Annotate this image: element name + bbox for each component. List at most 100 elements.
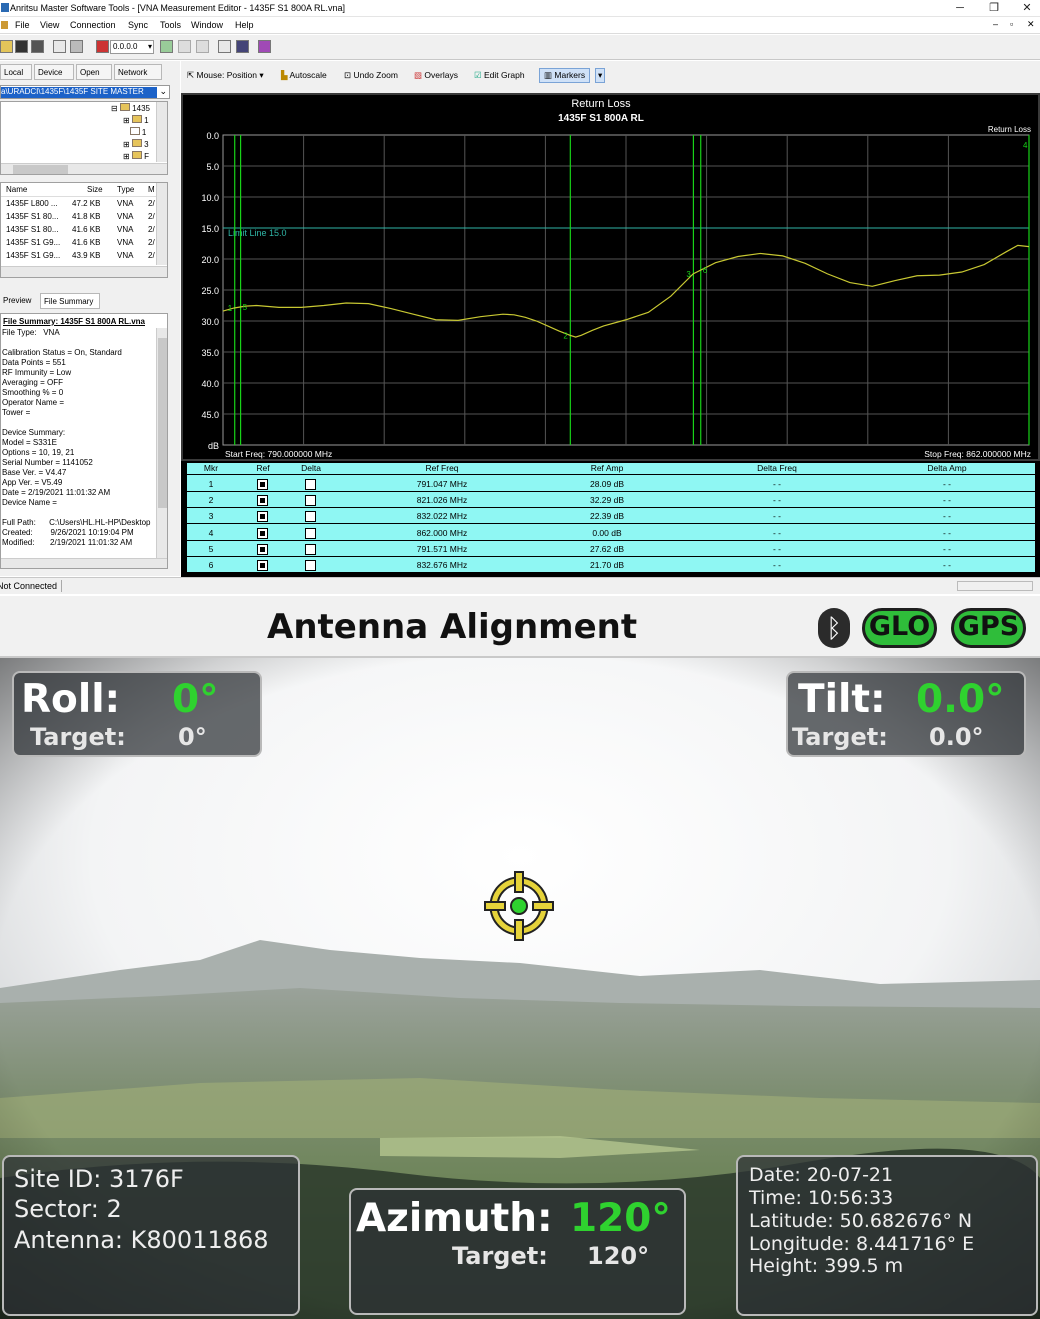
delta-checkbox[interactable] [305,560,316,571]
path-combo[interactable]: a\URADCI\1435F\1435F SITE MASTER ⌄ [0,85,170,99]
menu-tools[interactable]: Tools [160,20,181,30]
marker-label-1: 1 [228,304,233,313]
delta-checkbox[interactable] [305,479,316,490]
menu-bar: File View Connection Sync Tools Window H… [0,17,1040,34]
tree-hscrollbar[interactable] [1,163,167,174]
menu-view[interactable]: View [40,20,59,30]
marker-col-header[interactable]: Ref Amp [591,462,624,475]
y-tick-label: 40.0 [201,379,219,389]
marker-row[interactable]: 5 791.571 MHz 27.62 dB - - - - [187,542,1035,557]
marker-col-header[interactable]: Delta Freq [757,462,797,475]
marker-row[interactable]: 2 821.026 MHz 32.29 dB - - - - [187,493,1035,509]
marker-dfreq: - - [772,527,782,538]
antenna-icon[interactable] [96,40,109,53]
restore-button[interactable]: ❐ [979,1,1009,16]
tab-open[interactable]: Open [76,64,112,80]
menu-window[interactable]: Window [191,20,223,30]
file-row[interactable]: 1435F L800 ... 47.2 KB VNA 2/ [1,197,156,210]
menu-file[interactable]: File [15,20,30,30]
col-modified[interactable]: M [148,183,155,196]
delta-checkbox[interactable] [305,543,316,555]
ref-checkbox[interactable] [257,511,268,523]
file-row[interactable]: 1435F S1 G9... 41.6 KB VNA 2/ [1,236,156,249]
marker-row[interactable]: 3 832.022 MHz 22.39 dB - - - - [187,509,1035,525]
version-select[interactable]: 0.0.0.0 ▾ [110,40,154,54]
return-loss-graph[interactable]: 0.0 5.0 10.0 15.0 20.0 25.0 30.0 35.0 40.0 45.0 dB… [181,93,1040,461]
undo-zoom-button[interactable]: ⊡ Undo Zoom [344,70,398,81]
marker-dfreq: - - [772,560,782,570]
list-icon[interactable] [53,40,66,53]
ref-checkbox[interactable] [257,527,268,539]
inner-close-button[interactable]: ✕ [1027,19,1035,30]
marker-col-header[interactable]: Mkr [204,462,218,475]
overlays-button[interactable]: ▧ Overlays [414,70,458,81]
marker-row[interactable]: 6 832.676 MHz 21.70 dB - - - - [187,558,1035,573]
marker-col-header[interactable]: Ref [256,462,269,475]
markers-dropdown[interactable]: ▾ [595,68,606,83]
menu-connection[interactable]: Connection [70,20,116,30]
mouse-position-button[interactable]: ⇱ Mouse: Position ▾ [187,70,264,81]
edit-graph-button[interactable]: ☑ Edit Graph [474,70,525,81]
autoscale-button[interactable]: ▙ Autoscale [281,70,327,81]
overlays-icon: ▧ [414,70,425,80]
tree-item[interactable]: ⊞ F [123,150,149,163]
save-all-icon[interactable] [31,40,44,53]
minimize-button[interactable]: ─ [945,1,975,16]
col-name[interactable]: Name [6,183,27,196]
file-vscrollbar[interactable] [156,183,167,265]
marker-row[interactable]: 4 862.000 MHz 0.00 dB - - - - [187,526,1035,541]
tilt-target-label: Target: [792,723,888,751]
close-button[interactable]: ✕ [1012,1,1040,16]
down-arrow-icon[interactable] [196,40,209,53]
marker-col-header[interactable]: Delta [301,462,321,475]
marker-col-header[interactable]: Delta Amp [927,462,966,475]
inner-restore-button[interactable]: ▫ [1010,19,1013,29]
tree-vscrollbar[interactable] [156,102,167,162]
file-row[interactable]: 1435F S1 80... 41.8 KB VNA 2/ [1,210,156,223]
tab-file-summary[interactable]: File Summary [40,293,100,309]
delta-checkbox[interactable] [305,527,316,539]
chart-icon[interactable] [218,40,231,53]
marker-table-body: Mkr Ref Delta Ref Freq Ref Amp Delta Freq Delt… [187,463,1035,573]
summary-hscrollbar[interactable] [1,558,167,568]
delta-checkbox[interactable] [305,511,316,523]
col-type[interactable]: Type [117,183,134,196]
marker-col-header[interactable]: Ref Freq [425,462,458,475]
menu-sync[interactable]: Sync [128,20,148,30]
summary-vscrollbar[interactable] [156,328,167,558]
ref-checkbox[interactable] [257,479,268,490]
status-bar: Not Connected [0,577,1040,594]
marker-damp: - - [942,495,952,506]
save-icon[interactable] [15,40,28,53]
tab-local[interactable]: Local [0,64,32,80]
file-row[interactable]: 1435F S1 80... 41.6 KB VNA 2/ [1,223,156,236]
ref-checkbox[interactable] [257,560,268,571]
ref-checkbox[interactable] [257,495,268,507]
chevron-down-icon: ▾ [598,70,603,80]
marker-row[interactable]: 1 791.047 MHz 28.09 dB - - - - [187,477,1035,492]
print-icon[interactable] [70,40,83,53]
markers-button[interactable]: ▥ Markers [539,68,591,83]
delta-checkbox[interactable] [305,495,316,507]
summary-line: File Type: VNA [2,328,60,337]
menu-help[interactable]: Help [235,20,254,30]
file-name: 1435F S1 G9... [6,251,61,260]
ref-checkbox[interactable] [257,543,268,555]
tab-network[interactable]: Network [114,64,162,80]
marker-amp: 0.00 dB [592,527,622,538]
file-hscrollbar[interactable] [1,266,167,277]
glo-badge: GLO [862,608,937,648]
up-arrow-icon[interactable] [178,40,191,53]
refresh-icon[interactable] [160,40,173,53]
tab-preview[interactable]: Preview [0,293,36,309]
marker-freq: 821.026 MHz [416,495,468,506]
file-row[interactable]: 1435F S1 G9... 43.9 KB VNA 2/ [1,249,156,262]
marker-label-3: 3 [686,270,691,279]
tab-device[interactable]: Device [34,64,74,80]
inner-minimize-button[interactable]: – [993,19,998,29]
azimuth-value: 120° [570,1196,671,1241]
open-folder-icon[interactable] [0,40,13,53]
col-size[interactable]: Size [87,183,103,196]
transfer-icon[interactable] [236,40,249,53]
eraser-icon[interactable] [258,40,271,53]
